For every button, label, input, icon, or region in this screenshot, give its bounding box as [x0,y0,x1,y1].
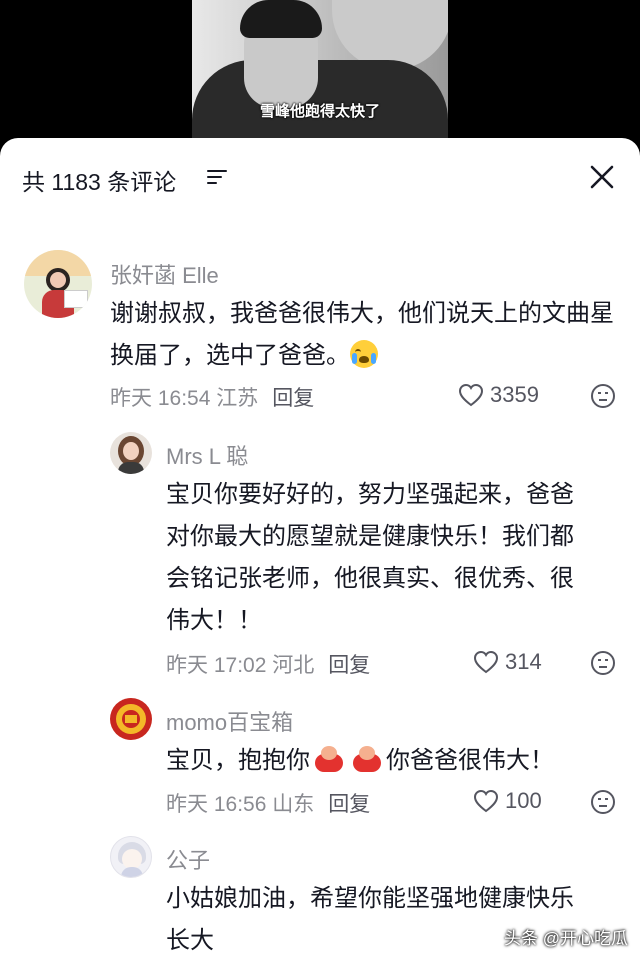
comment-text: 宝贝你要好好的，努力坚强起来，爸爸对你最大的愿望就是健康快乐！我们都会铭记张老师… [166,481,574,634]
crying-face-emoji-icon [350,340,378,368]
comment-meta: 昨天 16:56 山东 回复 [166,788,370,818]
reply-button[interactable]: 回复 [328,654,370,677]
comment-count: 共 1183 条评论 [22,169,177,195]
reply-button[interactable]: 回复 [328,793,370,816]
comment-time-location: 昨天 16:54 江苏 [110,387,259,410]
comment-text: 谢谢叔叔，我爸爸很伟大，他们说天上的文曲星换届了，选中了爸爸。 [110,300,614,369]
person-hair [240,0,322,38]
like-count: 100 [505,788,542,813]
hug-emoji-icon [350,744,384,774]
comment-panel: 共 1183 条评论 张奸菡 Elle 谢谢叔叔，我爸爸很伟大，他们说天上的文曲… [0,138,640,963]
like-button[interactable]: 100 [473,788,542,814]
comment-meta: 昨天 17:02 河北 回复 [166,649,370,679]
avatar[interactable] [24,250,92,318]
comment-meta: 昨天 16:54 江苏 回复 [110,382,314,412]
close-icon[interactable] [586,161,618,193]
like-count: 3359 [490,382,539,407]
comment-author[interactable]: 张奸菡 Elle [110,258,219,290]
avatar[interactable] [110,836,152,878]
like-button[interactable]: 314 [473,649,542,675]
avatar[interactable] [110,432,152,474]
comment-time-location: 昨天 17:02 河北 [166,654,315,677]
comment-text: 小姑娘加油，希望你能坚强地健康快乐长大 [166,885,574,954]
heart-icon [473,650,499,674]
watermark: 头条 @开心吃瓜 [504,929,628,948]
like-count: 314 [505,649,542,674]
comment-author[interactable]: momo百宝箱 [166,705,293,737]
reply-button[interactable]: 回复 [272,387,314,410]
like-button[interactable]: 3359 [458,382,539,408]
comment-text: 宝贝，抱抱你 你爸爸很伟大！ [166,740,596,782]
comment-time-location: 昨天 16:56 山东 [166,793,315,816]
video-subtitle: 雪峰他跑得太快了 [259,103,380,120]
comment-author[interactable]: 公子 [166,843,210,875]
heart-icon [458,383,484,407]
dislike-face-icon[interactable] [590,383,616,409]
dislike-face-icon[interactable] [590,650,616,676]
avatar[interactable] [110,698,152,740]
dislike-face-icon[interactable] [590,789,616,815]
hug-emoji-icon [312,744,346,774]
heart-icon [473,789,499,813]
video-frame: 雪峰他跑得太快了 [192,0,448,150]
comment-panel-header: 共 1183 条评论 [0,138,640,216]
comment-author[interactable]: Mrs L 聪 [166,439,248,471]
video-area[interactable]: 雪峰他跑得太快了 [0,0,640,150]
filter-lines-icon[interactable] [207,168,227,186]
